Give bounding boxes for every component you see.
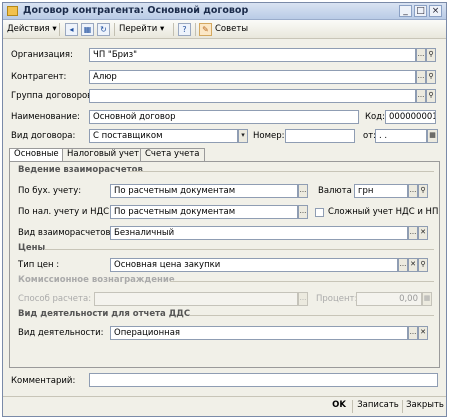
comment-field[interactable] — [89, 373, 438, 387]
calc-method-select-button[interactable]: ... — [298, 292, 308, 306]
tab-main[interactable]: Основные — [9, 148, 64, 162]
toolbar: Действия ▾ ◂ ▦ ↻ Перейти ▾ ? ✎ Советы — [3, 20, 446, 39]
maximize-button[interactable]: □ — [414, 5, 427, 17]
currency-field[interactable]: грн — [354, 184, 408, 198]
settle-type-label: Вид взаиморасчетов: — [18, 228, 114, 238]
percent-field[interactable]: 0,00 — [356, 292, 422, 306]
name-field[interactable]: Основной договор — [89, 110, 359, 124]
actions-menu-button[interactable]: Действия ▾ — [7, 22, 57, 37]
acc-settlement-field[interactable]: По расчетным документам — [110, 184, 298, 198]
currency-open-icon[interactable]: ⚲ — [418, 184, 428, 198]
tax-select-button[interactable]: ... — [298, 205, 308, 219]
acc-select-button[interactable]: ... — [298, 184, 308, 198]
contract-type-label: Вид договора: — [11, 131, 76, 141]
price-type-select-button[interactable]: ... — [398, 258, 408, 272]
calc-method-label: Способ расчета: — [18, 294, 92, 304]
contract-type-select[interactable]: С поставщиком — [89, 129, 238, 143]
price-type-label: Тип цен : — [18, 260, 60, 270]
tips-button[interactable]: Советы — [215, 22, 248, 37]
acc-label: По бух. учету: — [18, 186, 82, 196]
organization-label: Организация: — [11, 50, 73, 60]
group-open-icon[interactable]: ⚲ — [426, 89, 436, 103]
help-icon[interactable]: ? — [178, 23, 191, 36]
chevron-down-icon[interactable]: ▾ — [238, 129, 248, 143]
prices-section-title: Цены — [18, 243, 46, 253]
counterparty-select-button[interactable]: ... — [416, 70, 426, 84]
organization-field[interactable]: ЧП "Бриз" — [89, 48, 416, 62]
save-button[interactable]: Записать — [355, 398, 401, 413]
contract-window: Договор контрагента: Основной договор _ … — [2, 2, 447, 417]
grid-icon[interactable]: ▦ — [81, 23, 94, 36]
close-window-button[interactable]: × — [429, 5, 442, 17]
activity-label: Вид деятельности: — [18, 328, 104, 338]
activity-field[interactable]: Операционная — [110, 326, 408, 340]
price-type-field[interactable]: Основная цена закупки — [110, 258, 398, 272]
code-label: Код: — [365, 112, 385, 122]
calculator-icon[interactable]: ▦ — [422, 292, 432, 306]
title-bar: Договор контрагента: Основной договор _ … — [3, 3, 446, 20]
activity-select-button[interactable]: ... — [408, 326, 418, 340]
group-select-button[interactable]: ... — [416, 89, 426, 103]
currency-select-button[interactable]: ... — [408, 184, 418, 198]
document-icon — [7, 6, 18, 16]
organization-select-button[interactable]: ... — [416, 48, 426, 62]
back-icon[interactable]: ◂ — [65, 23, 78, 36]
name-label: Наименование: — [11, 112, 80, 122]
goto-menu-button[interactable]: Перейти ▾ — [119, 22, 164, 37]
footer-bar: OK Записать Закрыть — [3, 396, 446, 416]
group-field[interactable] — [89, 89, 416, 103]
calendar-icon[interactable]: ▦ — [427, 129, 438, 143]
complex-vat-label: Сложный учет НДС и НП — [328, 207, 439, 217]
tax-label: По нал. учету и НДС: — [18, 207, 112, 217]
number-field[interactable] — [285, 129, 355, 143]
minimize-button[interactable]: _ — [399, 5, 412, 17]
percent-label: Процент: — [316, 294, 358, 304]
settle-type-field[interactable]: Безналичный — [110, 226, 408, 240]
price-type-clear-icon[interactable]: ✕ — [408, 258, 418, 272]
number-label: Номер: — [253, 131, 285, 141]
clear-icon[interactable]: ✕ — [418, 226, 428, 240]
settle-type-select-button[interactable]: ... — [408, 226, 418, 240]
counterparty-open-icon[interactable]: ⚲ — [426, 70, 436, 84]
comment-label: Комментарий: — [11, 376, 76, 386]
group-label: Группа договоров: — [11, 91, 96, 101]
activity-clear-icon[interactable]: ✕ — [418, 326, 428, 340]
settlement-section-title: Ведение взаиморасчетов — [18, 165, 143, 175]
code-field[interactable]: 000000001 — [385, 110, 436, 124]
close-button[interactable]: Закрыть — [405, 398, 445, 413]
dds-section-title: Вид деятельности для отчета ДДС — [18, 309, 191, 319]
commission-section-title: Комиссионное вознаграждение — [18, 275, 175, 285]
complex-vat-checkbox[interactable] — [315, 208, 324, 217]
tab-panel-main: Ведение взаиморасчетов По бух. учету: По… — [9, 161, 440, 368]
counterparty-field[interactable]: Алюр — [89, 70, 416, 84]
organization-open-icon[interactable]: ⚲ — [426, 48, 436, 62]
tab-tax-accounting[interactable]: Налоговый учет — [62, 148, 145, 161]
refresh-icon[interactable]: ↻ — [97, 23, 110, 36]
price-type-open-icon[interactable]: ⚲ — [418, 258, 428, 272]
tax-settlement-field[interactable]: По расчетным документам — [110, 205, 298, 219]
date-field[interactable]: . . — [375, 129, 427, 143]
window-title: Договор контрагента: Основной договор — [23, 5, 249, 16]
calc-method-field[interactable] — [94, 292, 298, 306]
ok-button[interactable]: OK — [327, 398, 351, 413]
tips-icon[interactable]: ✎ — [199, 23, 212, 36]
currency-label: Валюта : — [318, 186, 358, 196]
tab-accounts[interactable]: Счета учета — [140, 148, 205, 161]
counterparty-label: Контрагент: — [11, 72, 67, 82]
